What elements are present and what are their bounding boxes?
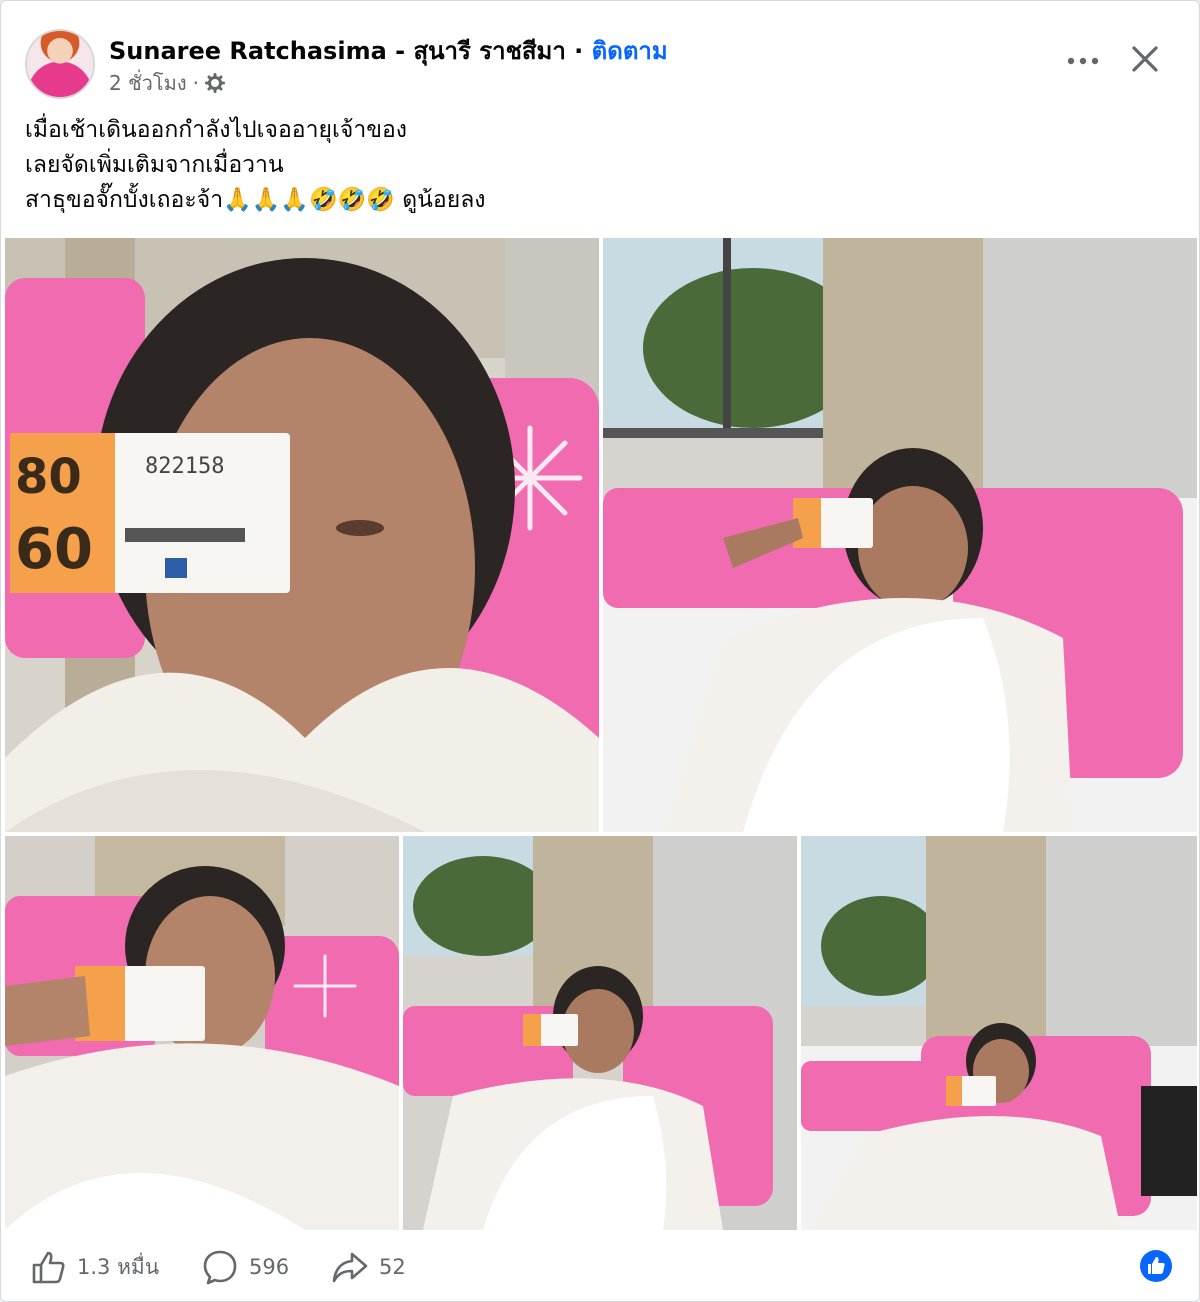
thumbs-up-icon — [32, 1251, 65, 1284]
post-photo-4[interactable] — [403, 836, 797, 1230]
photo-3-image — [5, 836, 399, 1230]
post-photo-2[interactable] — [603, 238, 1197, 832]
gear-icon — [204, 73, 225, 93]
share-button[interactable]: 52 — [331, 1245, 406, 1289]
post-text-line-1: เมื่อเช้าเดินออกกำลังไปเจออายุเจ้าของ — [25, 117, 408, 143]
post-photo-5[interactable] — [801, 836, 1197, 1230]
ticket-price-small: 80 — [15, 449, 82, 505]
header-separator: · — [565, 37, 592, 65]
like-reaction-icon[interactable] — [1139, 1249, 1173, 1283]
meta-dot: · — [192, 71, 199, 95]
post-text-line-2: เลยจัดเพิ่มเติมจากเมื่อวาน — [25, 152, 284, 178]
photo-5-image — [801, 836, 1197, 1230]
ticket-price-large: 60 — [15, 517, 93, 582]
share-arrow-icon — [332, 1252, 368, 1283]
like-count: 1.3 หมื่น — [77, 1254, 160, 1279]
post-header-line: Sunaree Ratchasima - สุนารี ราชสีมา · ติ… — [109, 31, 668, 70]
post-photo-1[interactable]: 80 60 822158 — [5, 238, 599, 832]
photo-2-image — [603, 238, 1197, 832]
share-count: 52 — [379, 1255, 406, 1279]
facebook-post: Sunaree Ratchasima - สุนารี ราชสีมา · ติ… — [0, 0, 1200, 1302]
more-dots-icon[interactable] — [1063, 47, 1103, 75]
post-text: เมื่อเช้าเดินออกกำลังไปเจออายุเจ้าของ เล… — [25, 113, 1165, 218]
photo-1-image: 80 60 822158 — [5, 238, 599, 832]
photo-4-image — [403, 836, 797, 1230]
follow-button[interactable]: ติดตาม — [592, 37, 668, 65]
post-timestamp[interactable]: 2 ชั่วโมง — [109, 67, 187, 99]
ticket-number: 822158 — [145, 454, 224, 479]
post-photo-3[interactable] — [5, 836, 399, 1230]
author-name[interactable]: Sunaree Ratchasima - สุนารี ราชสีมา — [109, 37, 566, 65]
like-button[interactable]: 1.3 หมื่น — [29, 1245, 159, 1289]
post-text-line-3[interactable]: สาธุขอจั๊กบั้งเถอะจ้า🙏🙏🙏🤣🤣🤣 ดูน้อยลง — [25, 183, 1165, 218]
author-avatar[interactable] — [25, 29, 95, 99]
post-meta: 2 ชั่วโมง · — [109, 67, 225, 99]
comment-count: 596 — [249, 1255, 290, 1279]
comment-bubble-icon — [203, 1250, 237, 1285]
close-icon[interactable] — [1127, 41, 1163, 77]
comment-button[interactable]: 596 — [201, 1245, 289, 1289]
